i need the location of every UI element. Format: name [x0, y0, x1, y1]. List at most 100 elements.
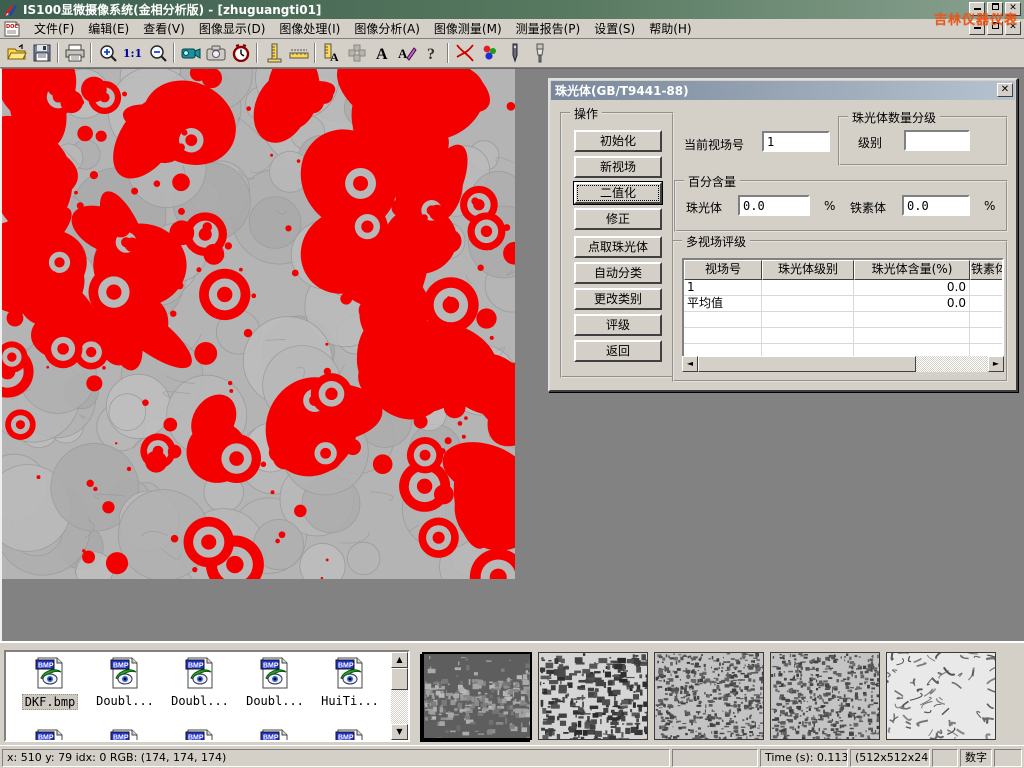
- file-name[interactable]: HuiTi...: [319, 694, 381, 708]
- close-button[interactable]: ✕: [1005, 2, 1021, 16]
- file-item[interactable]: BMP: [164, 728, 236, 742]
- status-panel-empty: [994, 749, 1022, 767]
- help-button[interactable]: ?: [419, 41, 444, 65]
- open-button[interactable]: [4, 41, 29, 65]
- file-list[interactable]: BMP DKF.bmp BMP Doubl... BMP Doubl... BM…: [4, 650, 410, 742]
- file-item[interactable]: BMP: [14, 728, 86, 742]
- curve-delete-button[interactable]: [452, 41, 477, 65]
- dialog-title-bar[interactable]: 珠光体(GB/T9441-88) ✕: [551, 81, 1015, 100]
- file-item[interactable]: BMP HuiTi...: [314, 656, 386, 708]
- menu-image-analysis[interactable]: 图像分析(A): [347, 18, 427, 39]
- menu-settings[interactable]: 设置(S): [587, 18, 642, 39]
- binarize-button[interactable]: 二值化: [574, 182, 662, 204]
- tile-button[interactable]: [344, 41, 369, 65]
- file-item[interactable]: BMP: [314, 728, 386, 742]
- restore-button[interactable]: [987, 2, 1003, 16]
- menu-view[interactable]: 查看(V): [136, 18, 192, 39]
- menu-file[interactable]: 文件(F): [27, 18, 81, 39]
- file-item[interactable]: BMP: [89, 728, 161, 742]
- file-name[interactable]: DKF.bmp: [22, 694, 79, 710]
- mdi-minimize-button[interactable]: [969, 21, 985, 35]
- title-bar[interactable]: IS100显微摄像系统(金相分析版) - [zhuguangti01] ✕: [0, 0, 1024, 19]
- timer-button[interactable]: [228, 41, 253, 65]
- bmp-file-icon: BMP: [108, 679, 142, 693]
- table-row[interactable]: 平均值 0.0: [684, 296, 1002, 312]
- grading-group: 珠光体数量分级 级别: [838, 116, 1008, 166]
- auto-classify-button[interactable]: 自动分类: [574, 262, 662, 284]
- calibrate-button[interactable]: A: [319, 41, 344, 65]
- scrollbar-track[interactable]: [916, 356, 988, 372]
- brush-button[interactable]: [527, 41, 552, 65]
- thumbnail-4[interactable]: [770, 652, 880, 740]
- horizontal-ruler-icon: [289, 46, 309, 60]
- actual-size-button[interactable]: 1:1: [120, 41, 145, 65]
- mdi-restore-button[interactable]: [987, 21, 1003, 35]
- file-item[interactable]: BMP Doubl...: [239, 656, 311, 708]
- file-name[interactable]: Doubl...: [169, 694, 231, 708]
- initialize-button[interactable]: 初始化: [574, 130, 662, 152]
- zoom-out-button[interactable]: [145, 41, 170, 65]
- text-label-button[interactable]: A: [369, 41, 394, 65]
- current-field-input[interactable]: [762, 131, 830, 152]
- horizontal-measure-button[interactable]: [286, 41, 311, 65]
- scroll-right-button[interactable]: ►: [988, 356, 1004, 372]
- file-item[interactable]: BMP: [239, 728, 311, 742]
- scrollbar-thumb[interactable]: [391, 668, 408, 690]
- metallograph-image[interactable]: [2, 69, 515, 579]
- classify-button[interactable]: [477, 41, 502, 65]
- dialog-close-button[interactable]: ✕: [997, 83, 1013, 97]
- scroll-left-button[interactable]: ◄: [682, 356, 698, 372]
- menu-image-display[interactable]: 图像显示(D): [192, 18, 273, 39]
- file-item[interactable]: BMP Doubl...: [164, 656, 236, 708]
- table-horizontal-scrollbar[interactable]: ◄ ►: [682, 356, 1004, 372]
- rating-table[interactable]: 视场号 珠光体级别 珠光体含量(%) 铁素体含量(%) 1 0.0 平均值 0.…: [682, 258, 1004, 358]
- thumbnail-5[interactable]: [886, 652, 996, 740]
- video-capture-button[interactable]: [178, 41, 203, 65]
- pick-pearlite-button[interactable]: 点取珠光体: [574, 236, 662, 258]
- scrollbar-thumb[interactable]: [698, 356, 916, 372]
- scroll-down-button[interactable]: ▼: [391, 724, 408, 740]
- table-row-empty: [684, 328, 1002, 344]
- level-input[interactable]: [904, 130, 970, 151]
- video-camera-icon: [181, 45, 201, 61]
- vertical-measure-button[interactable]: [261, 41, 286, 65]
- new-field-button[interactable]: 新视场: [574, 156, 662, 178]
- zoom-in-button[interactable]: [95, 41, 120, 65]
- window-title: IS100显微摄像系统(金相分析版) - [zhuguangti01]: [23, 1, 321, 18]
- photo-capture-button[interactable]: [203, 41, 228, 65]
- file-item[interactable]: BMP Doubl...: [89, 656, 161, 708]
- menu-image-process[interactable]: 图像处理(I): [272, 18, 347, 39]
- file-list-scrollbar[interactable]: ▲ ▼: [391, 652, 408, 740]
- document-icon: DOC: [3, 21, 21, 37]
- file-name[interactable]: Doubl...: [94, 694, 156, 708]
- file-item[interactable]: BMP DKF.bmp: [14, 656, 86, 710]
- cell-field: 1: [684, 280, 762, 296]
- scroll-up-button[interactable]: ▲: [391, 652, 408, 668]
- return-button[interactable]: 返回: [574, 340, 662, 362]
- help-icon: ?: [425, 44, 439, 62]
- cell-level: [762, 296, 854, 312]
- pen-button[interactable]: [502, 41, 527, 65]
- mdi-close-button[interactable]: ✕: [1005, 21, 1021, 35]
- zoom-out-icon: [149, 44, 167, 62]
- ferrite-input[interactable]: [902, 195, 970, 216]
- rate-button[interactable]: 评级: [574, 314, 662, 336]
- menu-help[interactable]: 帮助(H): [642, 18, 698, 39]
- thumbnail-1[interactable]: [422, 652, 532, 740]
- save-button[interactable]: [29, 41, 54, 65]
- menu-measure-report[interactable]: 测量报告(P): [509, 18, 588, 39]
- time-panel: Time (s): 0.113: [760, 749, 848, 767]
- change-class-button[interactable]: 更改类别: [574, 288, 662, 310]
- thumbnail-2[interactable]: [538, 652, 648, 740]
- menu-edit[interactable]: 编辑(E): [81, 18, 136, 39]
- pearlite-input[interactable]: [738, 195, 810, 216]
- file-name[interactable]: Doubl...: [244, 694, 306, 708]
- app-logo-icon: [3, 3, 19, 17]
- print-button[interactable]: [62, 41, 87, 65]
- correct-button[interactable]: 修正: [574, 208, 662, 230]
- thumbnail-3[interactable]: [654, 652, 764, 740]
- minimize-button[interactable]: [969, 2, 985, 16]
- table-row[interactable]: 1 0.0: [684, 280, 1002, 296]
- annotate-button[interactable]: A: [394, 41, 419, 65]
- menu-image-measure[interactable]: 图像测量(M): [427, 18, 509, 39]
